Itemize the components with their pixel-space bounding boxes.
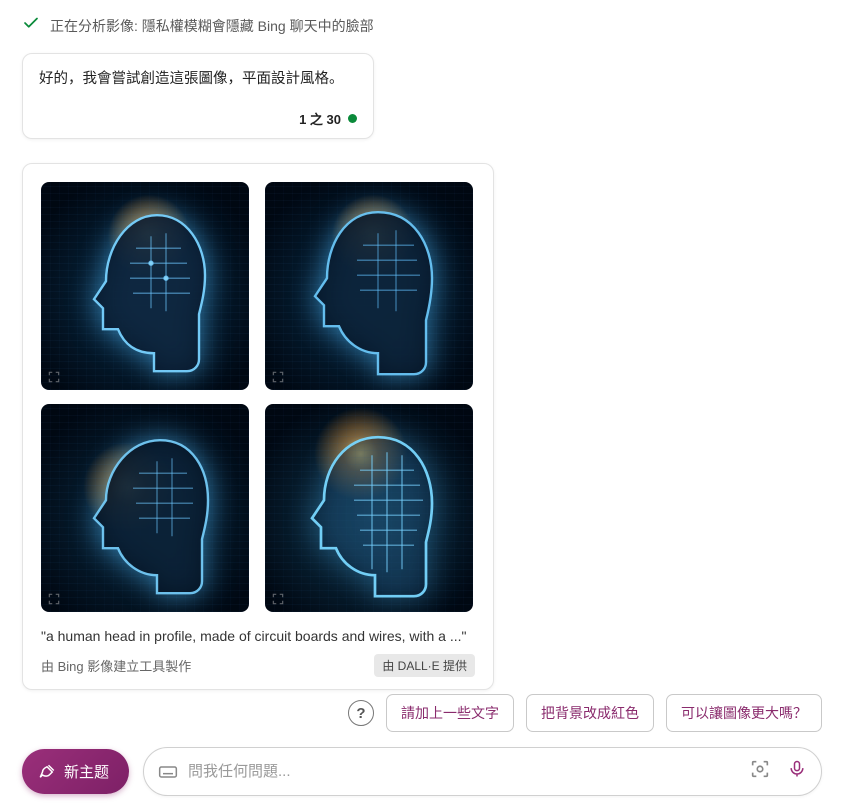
generated-image-4[interactable] [265,404,473,612]
image-prompt-text: "a human head in profile, made of circui… [41,628,475,644]
assistant-message: 好的，我會嘗試創造這張圖像，平面設計風格。 [39,68,357,91]
scan-icon[interactable] [749,758,771,785]
new-topic-label: 新主题 [64,761,109,782]
reply-counter-row: 1 之 30 [39,109,357,128]
assistant-reply-card: 好的，我會嘗試創造這張圖像，平面設計風格。 1 之 30 [22,53,374,139]
keyboard-icon[interactable] [158,762,178,782]
suggestion-chip-red-bg[interactable]: 把背景改成紅色 [526,694,654,732]
fullscreen-icon [271,592,285,606]
provider-badge: 由 DALL·E 提供 [374,654,475,677]
generated-images-card: "a human head in profile, made of circui… [22,163,494,690]
compose-bar: 新主题 [22,747,822,796]
image-grid [41,182,475,612]
suggestion-chip-bigger[interactable]: 可以讓圖像更大嗎？ [666,694,822,732]
analyzing-text: 正在分析影像: 隱私權模糊會隱藏 Bing 聊天中的臉部 [50,16,374,36]
suggestion-chip-add-text[interactable]: 請加上一些文字 [386,694,514,732]
fullscreen-icon [47,370,61,384]
fullscreen-icon [47,592,61,606]
new-topic-button[interactable]: 新主题 [22,749,129,794]
check-icon [22,14,40,37]
analyzing-status: 正在分析影像: 隱私權模糊會隱藏 Bing 聊天中的臉部 [0,0,844,47]
suggestion-row: ? 請加上一些文字 把背景改成紅色 可以讓圖像更大嗎？ [348,694,822,732]
status-dot-icon [348,114,357,123]
attribution-text: 由 Bing 影像建立工具製作 [41,656,191,675]
generated-image-2[interactable] [265,182,473,390]
compose-input-wrap[interactable] [143,747,822,796]
reply-counter: 1 之 30 [299,109,341,128]
broom-icon [38,763,56,781]
generated-image-3[interactable] [41,404,249,612]
compose-input[interactable] [188,763,749,780]
microphone-icon[interactable] [787,759,807,784]
fullscreen-icon [271,370,285,384]
help-icon[interactable]: ? [348,700,374,726]
generated-image-1[interactable] [41,182,249,390]
